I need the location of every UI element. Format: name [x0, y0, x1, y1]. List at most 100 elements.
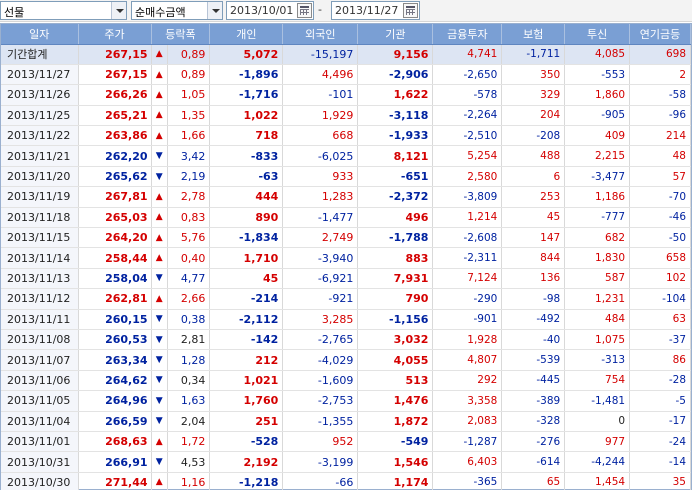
table-row[interactable]: 2013/11/08 260,53 ▼ 2,81 -142 -2,765 3,032 1,92… — [1, 329, 691, 351]
down-arrow-icon: ▼ — [151, 166, 168, 188]
trust-cell: 484 — [564, 309, 631, 330]
table-row[interactable]: 2013/11/25 265,21 ▲ 1,35 1,022 1,929 -3,118 -2,… — [1, 105, 691, 127]
table-row[interactable]: 2013/11/06 264,62 ▼ 0,34 1,021 -1,609 513 292 -4… — [1, 370, 691, 392]
col-header-pension[interactable]: 연기금등 — [629, 24, 691, 45]
date-cell: 2013/11/22 — [1, 125, 79, 147]
financial-investment-cell: 1,214 — [432, 207, 503, 229]
institution-cell: 1,622 — [357, 84, 434, 106]
calendar-icon[interactable] — [403, 3, 418, 18]
table-row[interactable]: 2013/11/20 265,62 ▼ 2,19 -63 933 -651 2,580 6 -3,… — [1, 166, 691, 188]
col-header-individual[interactable]: 개인 — [209, 24, 284, 45]
insurance-cell: -445 — [501, 370, 566, 392]
price-cell: 265,03 — [78, 207, 152, 229]
pension-cell: 35 — [629, 472, 691, 490]
pension-cell: -37 — [629, 329, 691, 351]
table-row[interactable]: 2013/11/05 264,96 ▼ 1,63 1,760 -2,753 1,476 3,3… — [1, 390, 691, 412]
trust-cell: -777 — [564, 207, 631, 229]
col-header-trust[interactable]: 투신 — [564, 24, 631, 45]
trust-cell: 4,085 — [564, 44, 631, 65]
calendar-icon[interactable] — [297, 3, 312, 18]
price-cell: 271,44 — [78, 472, 152, 490]
down-arrow-icon: ▼ — [151, 411, 168, 432]
pension-cell: 214 — [629, 125, 691, 147]
chevron-down-icon[interactable] — [111, 2, 126, 19]
foreign-cell: 1,929 — [282, 105, 359, 127]
table-row[interactable]: 2013/10/31 266,91 ▼ 4,53 2,192 -3,199 1,546 6,4… — [1, 451, 691, 473]
table-row[interactable]: 2013/11/19 267,81 ▲ 2,78 444 1,283 -2,372 -3,80… — [1, 186, 691, 208]
financial-investment-cell: 4,741 — [432, 44, 503, 65]
institution-cell: -2,906 — [357, 64, 434, 86]
market-select[interactable]: 선물 — [0, 1, 127, 20]
trust-cell: 1,454 — [564, 472, 631, 490]
type-select[interactable]: 순매수금액 — [131, 1, 223, 20]
insurance-cell: 844 — [501, 247, 566, 269]
table-row[interactable]: 2013/11/22 263,86 ▲ 1,66 718 668 -1,933 -2,510-… — [1, 125, 691, 147]
pension-cell: -70 — [629, 186, 691, 208]
pension-cell: -50 — [629, 227, 691, 249]
financial-investment-cell: -365 — [432, 472, 503, 490]
date-cell: 2013/11/25 — [1, 105, 79, 127]
trust-cell: 977 — [564, 431, 631, 453]
table-row[interactable]: 2013/11/26 266,26 ▲ 1,05 -1,716 -101 1,622 -578… — [1, 84, 691, 106]
col-header-date[interactable]: 일자 — [1, 24, 79, 45]
insurance-cell: 253 — [501, 186, 566, 208]
institution-cell: 7,931 — [357, 268, 434, 290]
foreign-cell: 2,749 — [282, 227, 359, 249]
pension-cell: -17 — [629, 411, 691, 432]
table-row[interactable]: 2013/10/30 271,44 ▲ 1,16 -1,218 -66 1,174 -365 6… — [1, 472, 691, 490]
date-cell: 2013/11/12 — [1, 288, 79, 310]
insurance-cell: 350 — [501, 64, 566, 86]
table-row[interactable]: 2013/11/12 262,81 ▲ 2,66 -214 -921 790 -290 -98 1… — [1, 288, 691, 310]
date-cell: 2013/11/20 — [1, 166, 79, 188]
chevron-down-icon[interactable] — [207, 2, 222, 19]
foreign-cell: -3,940 — [282, 247, 359, 269]
institution-cell: -1,788 — [357, 227, 434, 249]
date-cell: 2013/11/27 — [1, 64, 79, 86]
insurance-cell: 147 — [501, 227, 566, 249]
trust-cell: -1,481 — [564, 390, 631, 412]
individual-cell: 251 — [209, 411, 284, 432]
table-row[interactable]: 2013/11/18 265,03 ▲ 0,83 890 -1,477 496 1,214 45… — [1, 207, 691, 229]
change-cell: 1,66 — [167, 125, 211, 147]
table-row[interactable]: 2013/11/15 264,20 ▲ 5,76 -1,834 2,749 -1,788 -2… — [1, 227, 691, 249]
individual-cell: -214 — [209, 288, 284, 310]
institution-cell: 8,121 — [357, 145, 434, 167]
period-total-row[interactable]: 기간합계 267,15 ▲ 0,89 5,072 -15,197 9,156 4,741 -1,… — [1, 44, 691, 65]
table-row[interactable]: 2013/11/07 263,34 ▼ 1,28 212 -4,029 4,055 4,807… — [1, 349, 691, 371]
table-row[interactable]: 2013/11/21 262,20 ▼ 3,42 -833 -6,025 8,121 5,25… — [1, 145, 691, 167]
table-row[interactable]: 2013/11/04 266,59 ▼ 2,04 251 -1,355 1,872 2,083… — [1, 411, 691, 432]
change-cell: 2,19 — [167, 166, 211, 188]
table-row[interactable]: 2013/11/01 268,63 ▲ 1,72 -528 952 -549 -1,287 -2… — [1, 431, 691, 453]
financial-investment-cell: 3,358 — [432, 390, 503, 412]
down-arrow-icon: ▼ — [151, 329, 168, 351]
col-header-change[interactable]: 등락폭 — [151, 24, 211, 45]
trust-cell: -905 — [564, 105, 631, 127]
table-row[interactable]: 2013/11/27 267,15 ▲ 0,89 -1,896 4,496 -2,906 -2… — [1, 64, 691, 86]
foreign-cell: 1,283 — [282, 186, 359, 208]
end-date-field[interactable]: 2013/11/27 — [331, 1, 420, 20]
pension-cell: -28 — [629, 370, 691, 392]
table-row[interactable]: 2013/11/11 260,15 ▼ 0,38 -2,112 3,285 -1,156 -9… — [1, 309, 691, 330]
col-header-institution[interactable]: 기관 — [357, 24, 434, 45]
pension-cell: 48 — [629, 145, 691, 167]
pension-cell: 2 — [629, 64, 691, 86]
table-row[interactable]: 2013/11/14 258,44 ▲ 0,40 1,710 -3,940 883 -2,31… — [1, 247, 691, 269]
col-header-foreign[interactable]: 외국인 — [282, 24, 359, 45]
foreign-cell: -6,025 — [282, 145, 359, 167]
change-cell: 0,89 — [167, 44, 211, 65]
price-cell: 266,91 — [78, 451, 152, 473]
col-header-price[interactable]: 주가 — [78, 24, 152, 45]
up-arrow-icon: ▲ — [151, 247, 168, 269]
col-header-insurance[interactable]: 보험 — [501, 24, 566, 45]
pension-cell: 57 — [629, 166, 691, 188]
individual-cell: 1,022 — [209, 105, 284, 127]
financial-investment-cell: -2,608 — [432, 227, 503, 249]
header-row: 일자 주가 등락폭 개인 외국인 기관 금융투자 보험 투신 연기금등 — [1, 24, 691, 45]
trust-cell: 0 — [564, 411, 631, 432]
date-cell: 2013/11/04 — [1, 411, 79, 432]
date-cell: 기간합계 — [1, 44, 79, 65]
col-header-financial-investment[interactable]: 금융투자 — [432, 24, 503, 45]
table-row[interactable]: 2013/11/13 258,04 ▼ 4,77 45 -6,921 7,931 7,124 1… — [1, 268, 691, 290]
start-date-field[interactable]: 2013/10/01 — [226, 1, 314, 20]
date-cell: 2013/11/08 — [1, 329, 79, 351]
